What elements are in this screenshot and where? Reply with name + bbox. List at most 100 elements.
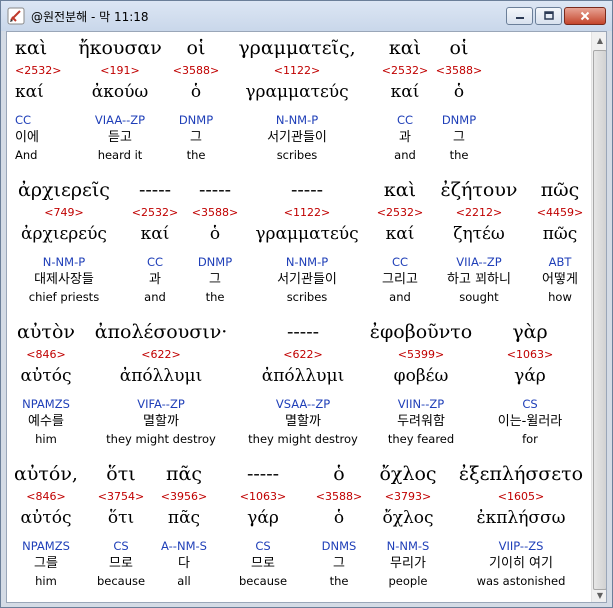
word-column[interactable]: καὶ <2532> καί CC 그리고 and bbox=[377, 174, 423, 316]
lemma-word: γάρ bbox=[247, 508, 279, 528]
strong-number[interactable]: <3588> bbox=[316, 488, 362, 505]
parsing-code: DNMP bbox=[441, 113, 477, 127]
korean-gloss: 그 bbox=[453, 130, 465, 145]
strong-number[interactable]: <846> bbox=[14, 488, 78, 505]
strong-number[interactable]: <2532> bbox=[382, 62, 428, 79]
korean-gloss: 두려워함 bbox=[397, 414, 445, 429]
korean-gloss: 멸할까 bbox=[285, 414, 321, 429]
strong-number[interactable]: <1063> bbox=[498, 346, 563, 363]
korean-gloss: 므로 bbox=[109, 556, 133, 571]
strong-number[interactable]: <2212> bbox=[441, 204, 518, 221]
title-bar[interactable]: @원전분해 - 막 11:18 bbox=[1, 1, 612, 31]
strong-number[interactable]: <191> bbox=[78, 62, 162, 79]
english-gloss: sought bbox=[459, 290, 499, 304]
english-gloss: scribes bbox=[286, 290, 328, 304]
word-column[interactable]: ----- <1063> γάρ CS 므로 because bbox=[239, 458, 287, 600]
korean-gloss: 대제사장들 bbox=[34, 272, 94, 287]
word-column[interactable]: ἀρχιερεῖς <749> ἀρχιερεύς N-NM-P 대제사장들 chief … bbox=[18, 174, 110, 316]
strong-number[interactable]: <622> bbox=[248, 346, 358, 363]
lemma-word: ὁ bbox=[190, 82, 202, 102]
word-column[interactable]: ὁ <3588> ὁ DNMS 그 the bbox=[316, 458, 362, 600]
greek-word: ἀπολέσουσιν· bbox=[94, 321, 228, 343]
parsing-code: CS bbox=[113, 539, 129, 553]
word-column[interactable]: ----- <1122> γραμματεύς N-NM-P 서기관들이 scribes bbox=[255, 174, 358, 316]
word-column[interactable]: ἐφοβοῦντο <5399> φοβέω VIIN--ZP 두려워함 they fea… bbox=[370, 316, 472, 458]
strong-number[interactable]: <1122> bbox=[238, 62, 355, 79]
parsing-code: N-NM-P bbox=[275, 113, 319, 127]
strong-number[interactable]: <3956> bbox=[161, 488, 207, 505]
korean-gloss: 듣고 bbox=[108, 130, 132, 145]
close-icon bbox=[580, 11, 590, 21]
greek-word: ἀρχιερεῖς bbox=[18, 179, 110, 201]
word-column[interactable]: οἱ <3588> ὁ DNMP 그 the bbox=[173, 32, 219, 174]
strong-number[interactable]: <749> bbox=[18, 204, 110, 221]
strong-number[interactable]: <2532> bbox=[377, 204, 423, 221]
parsing-code: N-NM-S bbox=[386, 539, 430, 553]
word-column[interactable]: πᾶς <3956> πᾶς A--NM-S 다 all bbox=[161, 458, 207, 600]
scroll-up-button[interactable]: ▲ bbox=[592, 32, 606, 49]
strong-number[interactable]: <3588> bbox=[173, 62, 219, 79]
word-column[interactable]: ----- <3588> ὁ DNMP 그 the bbox=[192, 174, 238, 316]
word-column[interactable]: αὐτόν, <846> αὐτός NPAMZS 그를 him bbox=[14, 458, 78, 600]
strong-number[interactable]: <1063> bbox=[239, 488, 287, 505]
english-gloss: the bbox=[186, 148, 206, 162]
strong-number[interactable]: <3588> bbox=[436, 62, 482, 79]
korean-gloss: 하고 꾀하니 bbox=[447, 272, 511, 287]
strong-number[interactable]: <3754> bbox=[97, 488, 145, 505]
word-column[interactable]: οἱ <3588> ὁ DNMP 그 the bbox=[436, 32, 482, 174]
lemma-word: ὅτι bbox=[107, 508, 135, 528]
word-column[interactable]: καὶ <2532> καί CC 과 and bbox=[382, 32, 428, 174]
english-gloss: because bbox=[96, 574, 146, 588]
greek-word: ἐξεπλήσσετο bbox=[458, 463, 584, 485]
scroll-down-button[interactable]: ▼ bbox=[592, 587, 606, 602]
window-controls bbox=[506, 7, 606, 25]
lemma-word: καί bbox=[385, 224, 415, 244]
maximize-button[interactable] bbox=[535, 7, 562, 25]
strong-number[interactable]: <846> bbox=[17, 346, 75, 363]
word-column[interactable]: καὶ <2532> καί CC 이에 And bbox=[15, 32, 62, 174]
lemma-word: ὄχλος bbox=[382, 508, 434, 528]
korean-gloss: 다 bbox=[178, 556, 190, 571]
parsing-code: DNMP bbox=[197, 255, 233, 269]
word-column[interactable]: αὐτὸν <846> αὐτός NPAMZS 예수를 him bbox=[17, 316, 75, 458]
word-column[interactable]: γὰρ <1063> γάρ CS 이는-윌러라 for bbox=[498, 316, 563, 458]
english-gloss: him bbox=[35, 574, 57, 588]
english-gloss: how bbox=[548, 290, 572, 304]
parsing-code: VIFA--ZP bbox=[137, 397, 185, 411]
word-column[interactable]: ----- <2532> καί CC 과 and bbox=[132, 174, 178, 316]
word-column[interactable]: ἐζήτουν <2212> ζητέω VIIA--ZP 하고 꾀하니 sought bbox=[441, 174, 518, 316]
greek-word: καὶ bbox=[15, 37, 48, 59]
word-column[interactable]: ὅτι <3754> ὅτι CS 므로 because bbox=[97, 458, 145, 600]
app-window: @원전분해 - 막 11:18 καὶ <2532> καί CC 이에 And ἤκουσ… bbox=[0, 0, 613, 608]
lemma-word: ζητέω bbox=[453, 224, 505, 244]
word-column[interactable]: ἀπολέσουσιν· <622> ἀπόλλυμι VIFA--ZP 멸할까 they… bbox=[95, 316, 228, 458]
strong-number[interactable]: <2532> bbox=[15, 62, 61, 79]
close-button[interactable] bbox=[564, 7, 606, 25]
vertical-scrollbar[interactable]: ▲ ▼ bbox=[591, 32, 606, 602]
strong-number[interactable]: <3793> bbox=[379, 488, 436, 505]
lemma-word: φοβέω bbox=[393, 366, 449, 386]
strong-number[interactable]: <4459> bbox=[537, 204, 583, 221]
strong-number[interactable]: <1122> bbox=[255, 204, 358, 221]
maximize-icon bbox=[543, 11, 554, 20]
english-gloss: chief priests bbox=[28, 290, 100, 304]
word-column[interactable]: ὄχλος <3793> ὄχλος N-NM-S 무리가 people bbox=[379, 458, 436, 600]
word-column[interactable]: πῶς <4459> πῶς ABT 어떻게 how bbox=[537, 174, 583, 316]
greek-word: ----- bbox=[286, 321, 320, 343]
strong-number[interactable]: <2532> bbox=[132, 204, 178, 221]
strong-number[interactable]: <3588> bbox=[192, 204, 238, 221]
word-column[interactable]: γραμματεῖς, <1122> γραμματεύς N-NM-P 서기관들이 sc… bbox=[238, 32, 355, 174]
word-column[interactable]: ἐξεπλήσσετο <1605> ἐκπλήσσω VIIP--ZS 기이히 여기 w… bbox=[459, 458, 583, 600]
strong-number[interactable]: <5399> bbox=[370, 346, 472, 363]
parsing-code: N-NM-P bbox=[42, 255, 86, 269]
minimize-button[interactable] bbox=[506, 7, 533, 25]
strong-number[interactable]: <1605> bbox=[459, 488, 583, 505]
word-column[interactable]: ἤκουσαν <191> ἀκούω VIAA--ZP 듣고 heard it bbox=[78, 32, 162, 174]
scroll-thumb[interactable] bbox=[593, 50, 606, 590]
strong-number[interactable]: <622> bbox=[95, 346, 228, 363]
word-column[interactable]: ----- <622> ἀπόλλυμι VSAA--ZP 멸할까 they might … bbox=[248, 316, 358, 458]
parsing-code: VIIN--ZP bbox=[397, 397, 445, 411]
parsing-code: DNMP bbox=[178, 113, 214, 127]
korean-gloss: 그 bbox=[333, 556, 345, 571]
parsing-code: CC bbox=[391, 255, 409, 269]
